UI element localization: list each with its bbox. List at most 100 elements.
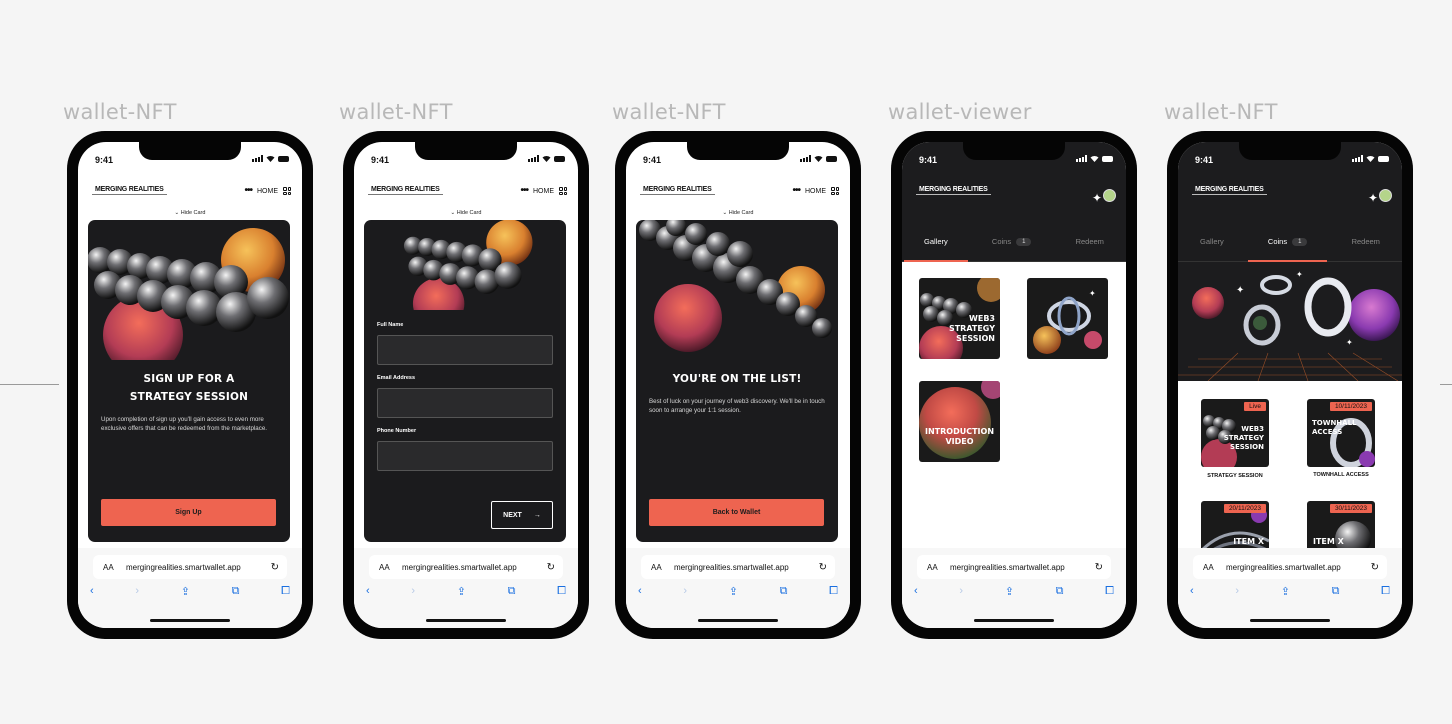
forward-icon[interactable]: › xyxy=(959,585,963,598)
grid-menu-icon[interactable] xyxy=(831,187,839,195)
bookmarks-icon[interactable]: ⧉ xyxy=(1332,585,1340,598)
tabs-icon[interactable]: ⧠ xyxy=(557,585,566,598)
signup-body: Upon completion of sign up you'll gain a… xyxy=(101,416,268,432)
gallery-item-intro-video[interactable]: INTRODUCTION VIDEO xyxy=(919,381,1000,462)
bookmarks-icon[interactable]: ⧉ xyxy=(508,585,516,598)
reload-icon[interactable]: ↻ xyxy=(1371,562,1379,573)
more-icon[interactable]: ••• xyxy=(520,186,528,196)
gradient-sphere-art xyxy=(919,381,1000,459)
full-name-field[interactable] xyxy=(377,335,553,365)
date-badge: 30/11/2023 xyxy=(1329,504,1372,513)
address-bar[interactable]: AA mergingrealities.smartwallet.app ↻ xyxy=(93,555,287,579)
text-size-button[interactable]: AA xyxy=(103,563,114,572)
bookmarks-icon[interactable]: ⧉ xyxy=(780,585,788,598)
tabs-icon[interactable]: ⧠ xyxy=(829,585,838,598)
screen: 9:41 MERGING REALITIES ✦ Gallery Coins 1 … xyxy=(1178,142,1402,628)
phone-wallet-coins: 9:41 MERGING REALITIES ✦ Gallery Coins 1 … xyxy=(1167,131,1413,639)
coin-item-web3[interactable]: Live WEB3 STRATEGY SESSION xyxy=(1201,399,1269,467)
gallery-item-chrome[interactable]: ✦ xyxy=(1027,278,1108,359)
text-size-button[interactable]: AA xyxy=(651,563,662,572)
status-time: 9:41 xyxy=(919,155,938,165)
back-to-wallet-button[interactable]: Back to Wallet xyxy=(649,499,824,526)
home-link[interactable]: HOME xyxy=(533,188,554,195)
reload-icon[interactable]: ↻ xyxy=(547,562,555,573)
share-icon[interactable]: ⇪ xyxy=(457,585,466,598)
more-icon[interactable]: ••• xyxy=(792,186,800,196)
text-size-button[interactable]: AA xyxy=(927,563,938,572)
avatar[interactable] xyxy=(1103,189,1116,202)
coin-item-townhall[interactable]: 10/11/2023 TOWNHALL ACCESS xyxy=(1307,399,1375,467)
date-badge: 20/11/2023 xyxy=(1223,504,1266,513)
hide-card-toggle[interactable]: ⌄ Hide Card xyxy=(78,210,302,216)
svg-text:✦: ✦ xyxy=(1346,338,1353,347)
bookmarks-icon[interactable]: ⧉ xyxy=(1056,585,1064,598)
reload-icon[interactable]: ↻ xyxy=(819,562,827,573)
grid-menu-icon[interactable] xyxy=(559,187,567,195)
share-icon[interactable]: ⇪ xyxy=(729,585,738,598)
forward-icon[interactable]: › xyxy=(411,585,415,598)
brand-logo[interactable]: MERGING REALITIES xyxy=(92,186,167,195)
reload-icon[interactable]: ↻ xyxy=(1095,562,1103,573)
grid-menu-icon[interactable] xyxy=(283,187,291,195)
home-link[interactable]: HOME xyxy=(805,188,826,195)
tabs-icon[interactable]: ⧠ xyxy=(281,585,290,598)
back-icon[interactable]: ‹ xyxy=(914,585,918,598)
home-indicator xyxy=(1250,619,1330,622)
tab-redeem[interactable]: Redeem xyxy=(1350,222,1382,262)
tabs-icon[interactable]: ⧠ xyxy=(1105,585,1114,598)
forward-icon[interactable]: › xyxy=(683,585,687,598)
confirm-title: YOU'RE ON THE LIST! xyxy=(672,373,802,385)
tab-coins[interactable]: Coins 1 xyxy=(1248,222,1327,262)
address-bar[interactable]: AA mergingrealities.smartwallet.app ↻ xyxy=(369,555,563,579)
guide-line-left xyxy=(0,384,59,385)
gallery-item-web3[interactable]: WEB3 STRATEGY SESSION xyxy=(919,278,1000,359)
coins-count-badge: 1 xyxy=(1292,237,1308,246)
tabs-icon[interactable]: ⧠ xyxy=(1381,585,1390,598)
brand-logo[interactable]: MERGING REALITIES xyxy=(368,186,443,195)
frame-label-3: wallet-NFT xyxy=(612,100,726,124)
svg-text:✦: ✦ xyxy=(1089,289,1096,298)
sign-up-button[interactable]: Sign Up xyxy=(101,499,276,526)
text-size-button[interactable]: AA xyxy=(1203,563,1214,572)
forward-icon[interactable]: › xyxy=(1235,585,1239,598)
tab-coins[interactable]: Coins 1 xyxy=(990,222,1034,262)
frame-label-5: wallet-NFT xyxy=(1164,100,1278,124)
email-field[interactable] xyxy=(377,388,553,418)
back-icon[interactable]: ‹ xyxy=(1190,585,1194,598)
back-icon[interactable]: ‹ xyxy=(366,585,370,598)
signal-icon xyxy=(1352,155,1363,162)
frame-label-4: wallet-viewer xyxy=(888,100,1032,124)
share-icon[interactable]: ⇪ xyxy=(1281,585,1290,598)
tab-gallery[interactable]: Gallery xyxy=(1198,222,1226,262)
status-time: 9:41 xyxy=(643,155,662,165)
signal-icon xyxy=(800,155,811,162)
back-icon[interactable]: ‹ xyxy=(90,585,94,598)
screen: 9:41 MERGING REALITIES ••• HOME ⌄ Hide C… xyxy=(626,142,850,628)
chrome-knot-art: ✦ xyxy=(1033,289,1102,354)
wallet-tabs: Gallery Coins 1 Redeem xyxy=(1178,222,1402,262)
text-size-button[interactable]: AA xyxy=(379,563,390,572)
address-bar[interactable]: AA mergingrealities.smartwallet.app ↻ xyxy=(641,555,835,579)
more-icon[interactable]: ••• xyxy=(244,186,252,196)
home-link[interactable]: HOME xyxy=(257,188,278,195)
brand-logo[interactable]: MERGING REALITIES xyxy=(916,186,991,195)
avatar[interactable] xyxy=(1379,189,1392,202)
brand-logo[interactable]: MERGING REALITIES xyxy=(1192,186,1267,195)
share-icon[interactable]: ⇪ xyxy=(1005,585,1014,598)
back-icon[interactable]: ‹ xyxy=(638,585,642,598)
next-button[interactable]: NEXT → xyxy=(491,501,553,529)
hide-card-toggle[interactable]: ⌄ Hide Card xyxy=(626,210,850,216)
forward-icon[interactable]: › xyxy=(135,585,139,598)
url-text: mergingrealities.smartwallet.app xyxy=(950,562,1065,572)
address-bar[interactable]: AA mergingrealities.smartwallet.app ↻ xyxy=(1193,555,1387,579)
brand-logo[interactable]: MERGING REALITIES xyxy=(640,186,715,195)
reload-icon[interactable]: ↻ xyxy=(271,562,279,573)
phone-field[interactable] xyxy=(377,441,553,471)
address-bar[interactable]: AA mergingrealities.smartwallet.app ↻ xyxy=(917,555,1111,579)
hide-card-toggle[interactable]: ⌄ Hide Card xyxy=(354,210,578,216)
bookmarks-icon[interactable]: ⧉ xyxy=(232,585,240,598)
tab-redeem[interactable]: Redeem xyxy=(1074,222,1106,262)
share-icon[interactable]: ⇪ xyxy=(181,585,190,598)
url-text: mergingrealities.smartwallet.app xyxy=(126,562,241,572)
tab-gallery[interactable]: Gallery xyxy=(904,222,968,262)
